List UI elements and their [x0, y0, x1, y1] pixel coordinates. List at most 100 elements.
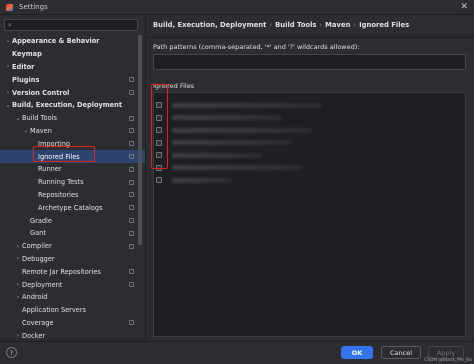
settings-search-input[interactable]	[19, 21, 129, 30]
chevron-right-icon[interactable]: ›	[14, 243, 22, 250]
sidebar-item-label: Appearance & Behavior	[12, 37, 100, 46]
blurred-file-path	[172, 127, 312, 133]
project-settings-icon	[129, 243, 134, 249]
ignored-file-row[interactable]	[156, 125, 312, 135]
sidebar-item-appearance-behavior[interactable]: › Appearance & Behavior	[0, 35, 145, 48]
sidebar-item-label: Build, Execution, Deployment	[12, 101, 122, 110]
sidebar-item-maven[interactable]: ⌄ Maven	[0, 125, 145, 138]
settings-content-panel: Build, Execution, Deployment › Build Tools…	[147, 15, 474, 341]
breadcrumb-item: Build Tools	[275, 21, 317, 29]
sidebar-item-android[interactable]: › Android	[0, 291, 145, 304]
chevron-down-icon[interactable]: ⌄	[14, 115, 22, 122]
cancel-button[interactable]: Cancel	[381, 346, 421, 359]
breadcrumb-item: Ignored Files	[359, 21, 410, 29]
sidebar-item-label: Build Tools	[22, 114, 57, 123]
path-patterns-input[interactable]	[153, 54, 466, 70]
project-settings-icon	[129, 179, 134, 185]
project-settings-icon	[129, 115, 134, 121]
sidebar-item-label: Repositories	[38, 190, 79, 199]
sidebar-item-label: Maven	[30, 126, 52, 135]
project-settings-icon	[129, 320, 134, 326]
sidebar-item-runner[interactable]: Runner	[0, 163, 145, 176]
ignored-checkboxes-highlight-box	[151, 84, 168, 169]
chevron-right-icon[interactable]: ›	[4, 63, 12, 70]
title-bar: Settings ✕	[0, 0, 474, 15]
sidebar-item-keymap[interactable]: Keymap	[0, 48, 145, 61]
sidebar-item-coverage[interactable]: Coverage	[0, 317, 145, 330]
project-settings-icon	[129, 230, 134, 236]
sidebar-item-version-control[interactable]: › Version Control	[0, 86, 145, 99]
dialog-footer: ? OK Cancel Apply CSDN @Black_Me_Bo	[0, 341, 474, 364]
project-settings-icon	[129, 154, 134, 160]
sidebar-item-plugins[interactable]: Plugins	[0, 73, 145, 86]
breadcrumb: Build, Execution, Deployment › Build Tools…	[153, 21, 409, 29]
ignored-file-row[interactable]	[156, 150, 262, 160]
window-title: Settings	[19, 3, 48, 11]
sidebar-item-label: Remote Jar Repositories	[22, 267, 101, 276]
breadcrumb-separator-icon: ›	[319, 21, 323, 29]
sidebar-item-build-execution-deployment[interactable]: ⌄ Build, Execution, Deployment	[0, 99, 145, 112]
breadcrumb-separator-icon: ›	[269, 21, 273, 29]
header-divider	[147, 37, 474, 38]
project-settings-icon	[129, 192, 134, 198]
ignored-file-checkbox[interactable]	[156, 177, 162, 183]
project-settings-icon	[129, 77, 134, 83]
sidebar-item-label: Editor	[12, 62, 35, 71]
sidebar-item-debugger[interactable]: › Debugger	[0, 253, 145, 266]
sidebar-item-compiler[interactable]: › Compiler	[0, 240, 145, 253]
ignored-file-row[interactable]	[156, 113, 282, 123]
intellij-app-icon	[6, 3, 13, 11]
sidebar-item-gant[interactable]: Gant	[0, 227, 145, 240]
chevron-right-icon[interactable]: ›	[14, 255, 22, 262]
sidebar-item-deployment[interactable]: › Deployment	[0, 278, 145, 291]
sidebar-item-label: Keymap	[12, 50, 42, 59]
sidebar-item-label: Debugger	[22, 254, 55, 263]
help-button[interactable]: ?	[6, 347, 17, 358]
sidebar-item-docker[interactable]: › Docker	[0, 329, 145, 341]
project-settings-icon	[129, 269, 134, 275]
sidebar-item-label: Version Control	[12, 88, 70, 97]
sidebar-item-gradle[interactable]: Gradle	[0, 214, 145, 227]
sidebar-scrollbar[interactable]	[138, 35, 142, 245]
chevron-right-icon[interactable]: ›	[4, 38, 12, 45]
close-icon[interactable]: ✕	[460, 2, 468, 12]
project-settings-icon	[129, 166, 134, 172]
sidebar-item-label: Deployment	[22, 280, 63, 289]
sidebar-item-application-servers[interactable]: Application Servers	[0, 304, 145, 317]
project-settings-icon	[129, 141, 134, 147]
ignored-file-row[interactable]	[156, 138, 292, 148]
watermark: CSDN @Black_Me_Bo	[424, 358, 472, 363]
breadcrumb-item: Maven	[325, 21, 351, 29]
blurred-file-path	[172, 115, 282, 120]
settings-search-box[interactable]: ⌕	[4, 19, 138, 31]
sidebar-item-running-tests[interactable]: Running Tests	[0, 176, 145, 189]
chevron-down-icon[interactable]: ⌄	[22, 127, 30, 134]
ok-button[interactable]: OK	[341, 346, 373, 359]
sidebar-item-label: Gradle	[30, 216, 52, 225]
sidebar-item-build-tools[interactable]: ⌄ Build Tools	[0, 112, 145, 125]
chevron-down-icon[interactable]: ⌄	[4, 102, 12, 109]
sidebar-item-label: Compiler	[22, 242, 52, 251]
ignored-file-row[interactable]	[156, 163, 302, 173]
sidebar-item-editor[interactable]: › Editor	[0, 61, 145, 74]
chevron-right-icon[interactable]: ›	[14, 332, 22, 339]
chevron-right-icon[interactable]: ›	[14, 281, 22, 288]
ignored-files-list[interactable]	[153, 92, 466, 337]
sidebar-item-label: Archetype Catalogs	[38, 203, 103, 212]
breadcrumb-separator-icon: ›	[353, 21, 357, 29]
settings-tree: › Appearance & Behavior Keymap › Editor Plugi…	[0, 35, 145, 341]
search-icon: ⌕	[8, 21, 12, 29]
sidebar-item-repositories[interactable]: Repositories	[0, 189, 145, 202]
chevron-right-icon[interactable]: ›	[4, 89, 12, 96]
path-patterns-label: Path patterns (comma-separated, '*' and …	[153, 43, 360, 51]
sidebar-item-archetype-catalogs[interactable]: Archetype Catalogs	[0, 201, 145, 214]
project-settings-icon	[129, 128, 134, 134]
blurred-file-path	[172, 140, 292, 145]
sidebar-item-remote-jar-repositories[interactable]: Remote Jar Repositories	[0, 265, 145, 278]
ignored-file-row[interactable]	[156, 175, 232, 185]
blurred-file-path	[172, 152, 262, 158]
settings-sidebar: ⌕ › Appearance & Behavior Keymap › Editor Plu…	[0, 15, 146, 341]
ignored-file-row[interactable]	[156, 100, 322, 110]
chevron-right-icon[interactable]: ›	[14, 294, 22, 301]
sidebar-item-label: Running Tests	[38, 178, 84, 187]
